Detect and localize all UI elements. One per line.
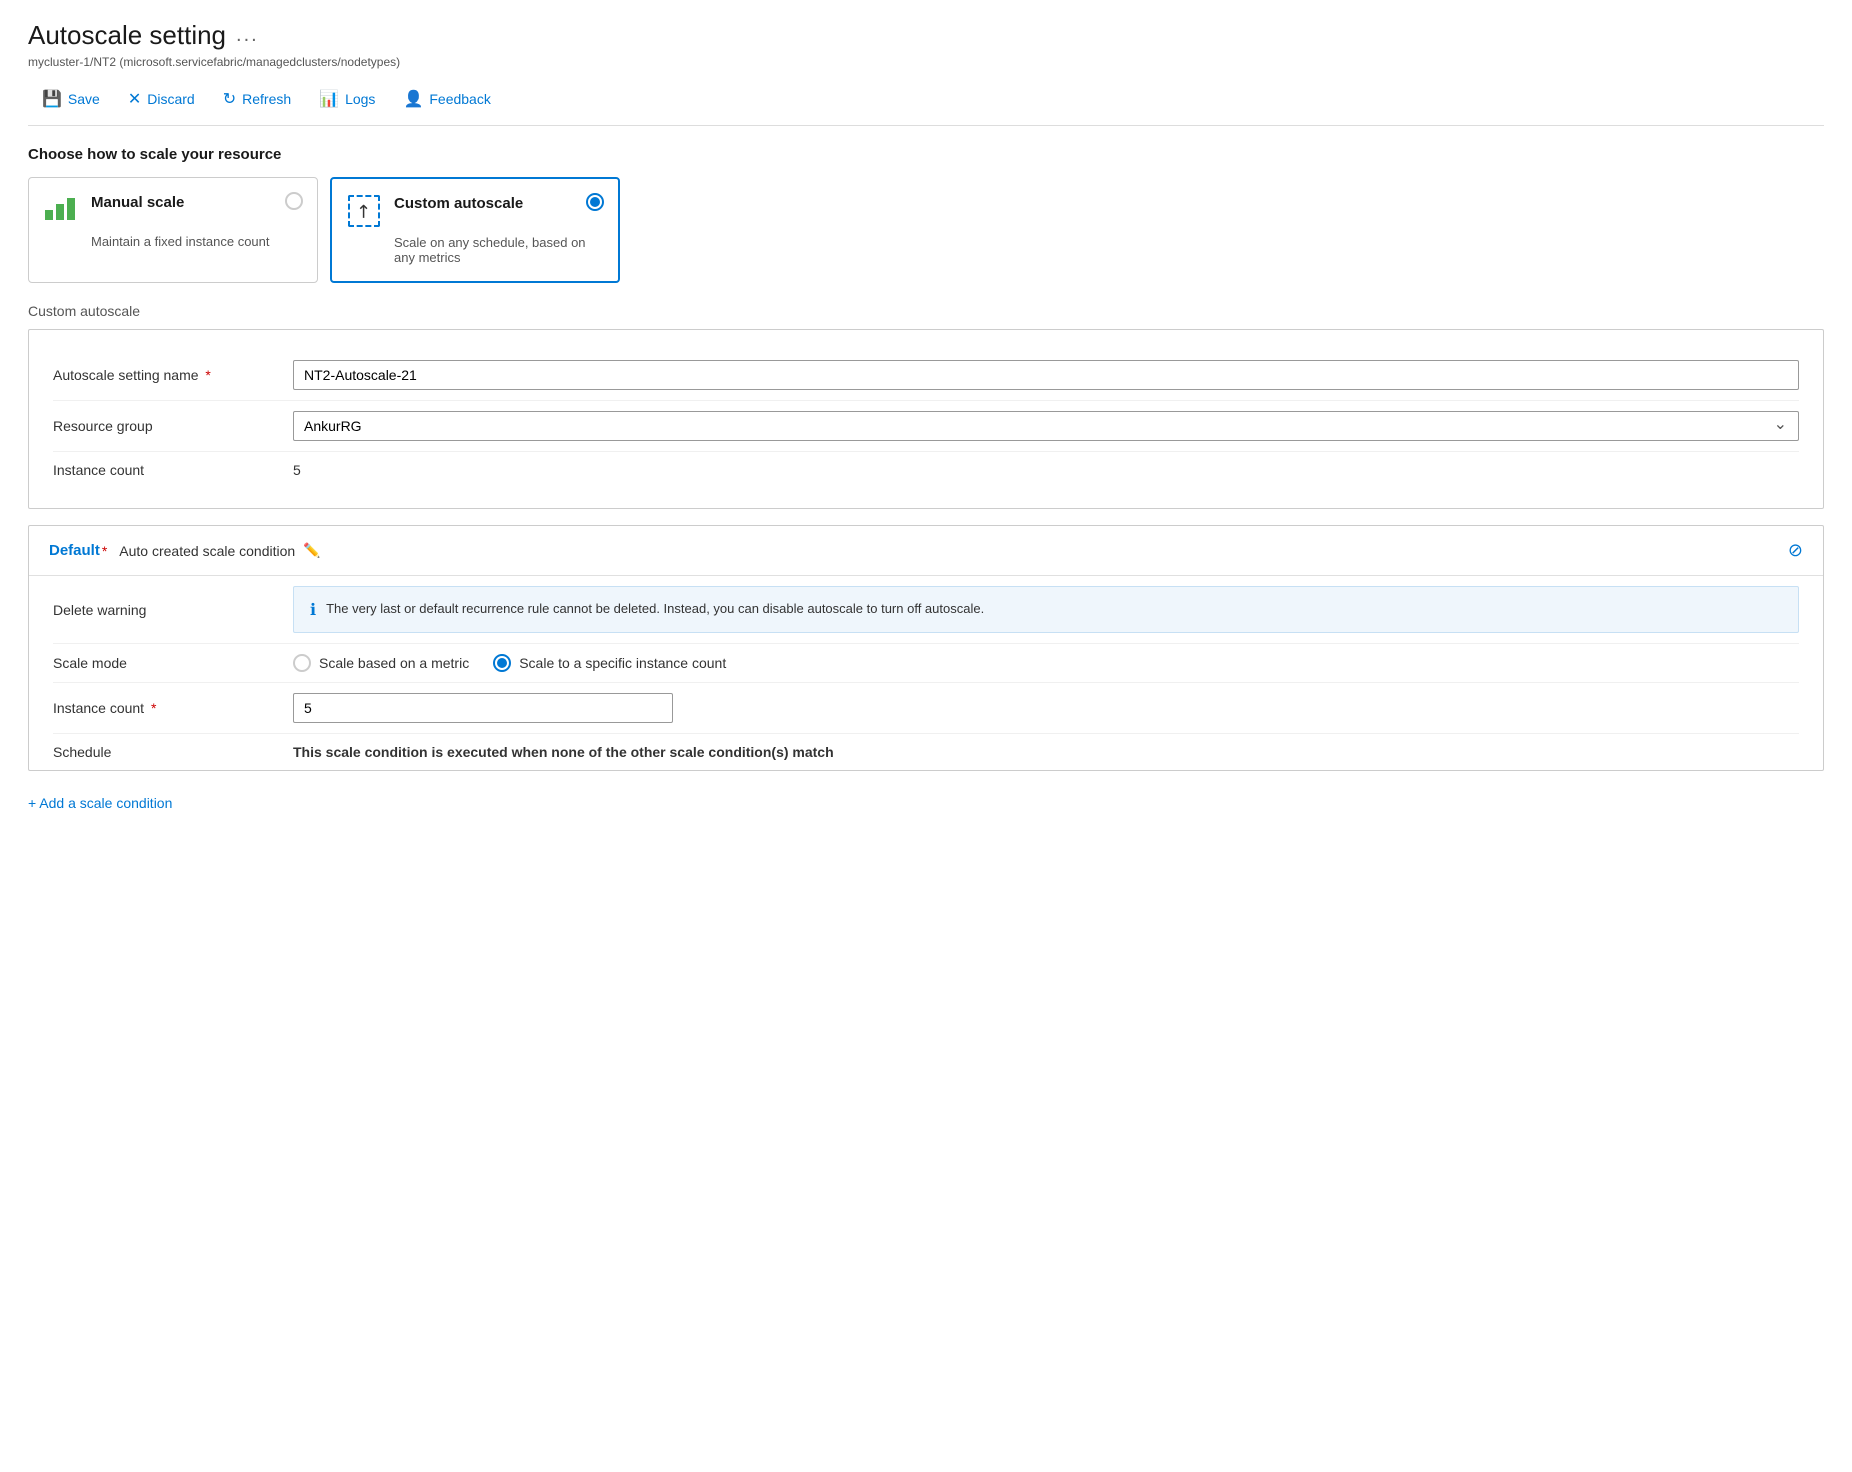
condition-instance-count-label: Instance count *	[53, 700, 293, 716]
instance-count-display: 5	[293, 462, 301, 478]
manual-scale-desc: Maintain a fixed instance count	[91, 234, 301, 249]
scale-metric-radio[interactable]	[293, 654, 311, 672]
scale-mode-row: Scale mode Scale based on a metric Scale…	[53, 644, 1799, 683]
resource-group-row: Resource group AnkurRG	[53, 401, 1799, 452]
custom-autoscale-title: Custom autoscale	[394, 195, 523, 212]
autoscale-name-control	[293, 360, 1799, 390]
refresh-button[interactable]: ↻ Refresh	[209, 83, 305, 115]
resource-group-control: AnkurRG	[293, 411, 1799, 441]
custom-autoscale-radio[interactable]	[586, 193, 604, 211]
logs-icon: 📊	[319, 89, 339, 109]
discard-button[interactable]: ✕ Discard	[114, 83, 209, 115]
custom-autoscale-desc: Scale on any schedule, based on any metr…	[394, 235, 602, 265]
edit-condition-icon[interactable]: ✏️	[303, 542, 320, 559]
custom-autoscale-section-label: Custom autoscale	[28, 303, 1824, 319]
feedback-icon: 👤	[403, 89, 423, 109]
toolbar: 💾 Save ✕ Discard ↻ Refresh 📊 Logs 👤 Feed…	[28, 83, 1824, 126]
autoscale-name-input[interactable]	[293, 360, 1799, 390]
save-icon: 💾	[42, 89, 62, 109]
disable-condition-icon[interactable]: ⊘	[1788, 540, 1803, 561]
manual-scale-radio[interactable]	[285, 192, 303, 210]
autoscale-name-row: Autoscale setting name *	[53, 350, 1799, 401]
schedule-value: This scale condition is executed when no…	[293, 744, 1799, 760]
feedback-button[interactable]: 👤 Feedback	[389, 83, 504, 115]
delete-warning-text: The very last or default recurrence rule…	[326, 599, 984, 619]
delete-warning-row: Delete warning ℹ The very last or defaul…	[53, 576, 1799, 644]
condition-default-label: Default	[49, 542, 100, 559]
condition-instance-count-input[interactable]	[293, 693, 673, 723]
refresh-icon: ↻	[223, 89, 236, 109]
scale-mode-options: Scale based on a metric Scale to a speci…	[293, 654, 1799, 672]
instance-count-value: 5	[293, 462, 1799, 478]
manual-scale-title: Manual scale	[91, 194, 184, 211]
condition-box: Default * Auto created scale condition ✏…	[28, 525, 1824, 771]
save-button[interactable]: 💾 Save	[28, 83, 114, 115]
instance-count-row: Instance count 5	[53, 452, 1799, 488]
resource-group-select[interactable]: AnkurRG	[293, 411, 1799, 441]
condition-body: Delete warning ℹ The very last or defaul…	[29, 576, 1823, 770]
condition-header: Default * Auto created scale condition ✏…	[29, 526, 1823, 576]
condition-instance-count-control	[293, 693, 1799, 723]
resource-group-label: Resource group	[53, 418, 293, 434]
custom-autoscale-card[interactable]: ↗ Custom autoscale Scale on any schedule…	[330, 177, 620, 283]
schedule-row: Schedule This scale condition is execute…	[53, 734, 1799, 770]
scale-mode-label: Scale mode	[53, 655, 293, 671]
scale-metric-label: Scale based on a metric	[319, 655, 469, 671]
custom-autoscale-icon: ↗	[348, 195, 384, 231]
condition-instance-count-row: Instance count *	[53, 683, 1799, 734]
delete-warning-control: ℹ The very last or default recurrence ru…	[293, 586, 1799, 633]
more-options-dots[interactable]: ...	[236, 24, 259, 47]
scale-instance-option[interactable]: Scale to a specific instance count	[493, 654, 726, 672]
scale-instance-radio[interactable]	[493, 654, 511, 672]
schedule-text: This scale condition is executed when no…	[293, 744, 834, 760]
discard-icon: ✕	[128, 89, 141, 109]
manual-scale-icon	[45, 194, 81, 230]
scale-options: Manual scale Maintain a fixed instance c…	[28, 177, 1824, 283]
condition-required-marker: *	[102, 543, 107, 559]
scale-mode-control: Scale based on a metric Scale to a speci…	[293, 654, 1799, 672]
page-title: Autoscale setting ...	[28, 20, 1824, 51]
autoscale-name-label: Autoscale setting name *	[53, 367, 293, 383]
instance-count-label: Instance count	[53, 462, 293, 478]
condition-name: Auto created scale condition	[119, 543, 295, 559]
scale-instance-label: Scale to a specific instance count	[519, 655, 726, 671]
page-subtitle: mycluster-1/NT2 (microsoft.servicefabric…	[28, 55, 1824, 69]
choose-scale-heading: Choose how to scale your resource	[28, 146, 1824, 163]
add-scale-condition[interactable]: + Add a scale condition	[28, 795, 172, 811]
logs-button[interactable]: 📊 Logs	[305, 83, 389, 115]
manual-scale-card[interactable]: Manual scale Maintain a fixed instance c…	[28, 177, 318, 283]
scale-metric-option[interactable]: Scale based on a metric	[293, 654, 469, 672]
info-icon: ℹ	[310, 600, 316, 620]
delete-warning-box: ℹ The very last or default recurrence ru…	[293, 586, 1799, 633]
delete-warning-label: Delete warning	[53, 602, 293, 618]
title-text: Autoscale setting	[28, 20, 226, 51]
schedule-label: Schedule	[53, 744, 293, 760]
custom-autoscale-header: ↗ Custom autoscale	[348, 195, 602, 231]
settings-form-box: Autoscale setting name * Resource group …	[28, 329, 1824, 509]
manual-scale-header: Manual scale	[45, 194, 301, 230]
